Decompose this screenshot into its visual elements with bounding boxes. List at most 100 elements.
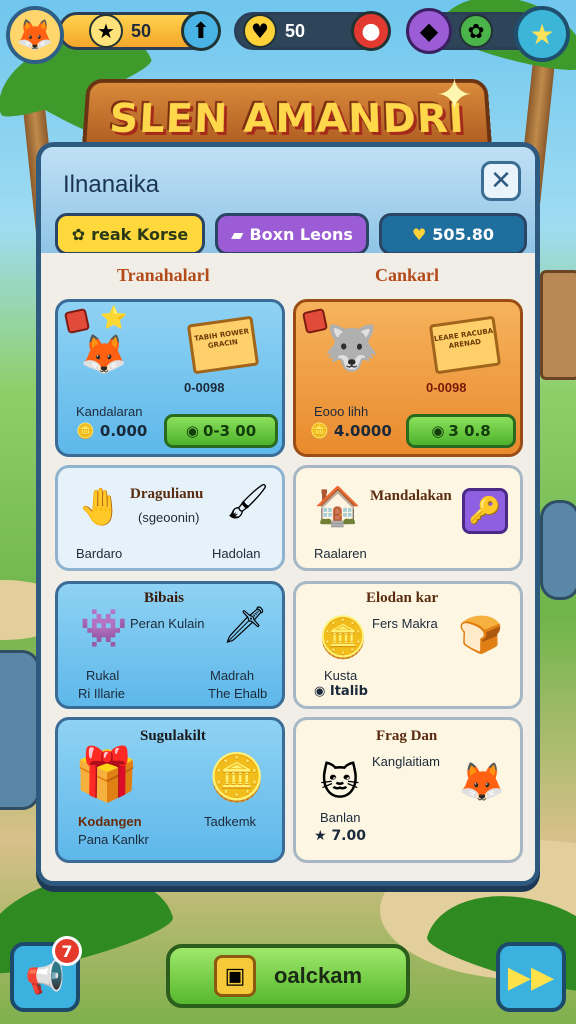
shop-card-dragulianu[interactable]: 🤚 Dragulianu (sgeoonin) 🖌 Bardaro Hadola… [55,465,285,571]
card-label: Eooo lihh [314,404,369,419]
card-subtitle: (sgeoonin) [138,510,200,525]
stars-value: 50 [131,20,152,41]
gold-coin-icon: 🪙 [318,615,368,661]
creature-icon: 👾 [80,606,128,650]
banner-title: SLEN AMANDRI [108,96,466,142]
column-heading-right: Cankarl [375,265,440,285]
column-heading-left: Tranahalarl [117,265,210,285]
card-title: Elodan kar [366,590,439,606]
ticket-icon: LEARE RACUBA ARENAD [428,315,502,375]
coin-icon: 🪙 [76,422,95,440]
star-icon: ★ [89,14,123,48]
fox-icon: 🦊 [458,760,506,804]
clover-icon: ✿ [459,14,493,48]
coin-value: ★ 7.00 [314,828,366,844]
tab-reak-korse[interactable]: ✿ reak Korse [55,213,205,255]
heart-icon: ♥ [411,224,427,244]
notification-badge: 7 [52,936,82,966]
card-label-left-2: Pana Kanlkr [78,832,149,847]
coin-icon: ◉ [431,422,445,440]
car [0,650,40,810]
wand-icon: 🗡 [222,605,268,646]
favorites-star-button[interactable]: ★ [514,6,570,62]
buy-button[interactable]: ◉ 0-3 00 [164,414,278,448]
card-subtitle: Fers Makra [372,616,438,631]
card-label-left: Rukal [86,668,120,683]
shop-card-elodan-kar[interactable]: Elodan kar Fers Makra 🪙 🍞 Kusta ◉ Italib [293,581,523,709]
gold-bar-icon: ▣ [213,955,256,997]
panel-title: Ilnanaika [63,171,160,198]
collect-button[interactable]: ▣ oalckam [166,944,410,1008]
star-icon: ⭐ [100,306,128,331]
collect-label: oalckam [273,963,363,988]
card-label-right: Tadkemk [204,814,257,829]
hearts-value: 50 [285,20,306,41]
coin-icon: ◉ [314,684,326,699]
shop-card-eooo-lihh[interactable]: 🐺 LEARE RACUBA ARENAD 0-0098 Eooo lihh 🪙… [293,299,523,457]
gem-icon[interactable]: ◆ [406,8,452,54]
add-stars-button[interactable]: ⬆ [181,11,221,51]
card-label: Kandalaran [76,404,143,419]
house-frame-icon: 🏠 [314,484,362,528]
card-title: Dragulianu [130,486,204,502]
heart-icon: ♥ [243,14,277,48]
panel-header: Ilnanaika ✕ ✿ reak Korse ▰ Boxn Leons ♥ … [41,147,535,255]
price-tag: 0-0098 [426,380,467,395]
card-label-left: Bardaro [76,546,123,561]
coin-value: 🪙 4.0000 [310,422,392,440]
coin-value: 🪙 0.000 [76,422,148,440]
coin-icon: 🪙 [310,422,329,440]
buy-button[interactable]: ◉ 3 0.8 [406,414,516,448]
shop-card-kandalaran[interactable]: ⭐ 🦊 TABIH ROWER GRACIN 0-0098 Kandalaran… [55,299,285,457]
ticket-icon: ▰ [231,224,244,244]
tab-label: 505.80 [432,224,495,244]
card-label: Raalaren [314,546,367,561]
card-label-left-2: Ri Illarie [78,686,125,701]
cat-icon: 🐱 [320,760,360,804]
star-icon: ★ [314,828,327,844]
ticket-icon: TABIH ROWER GRACIN [186,315,260,375]
next-button[interactable]: ▶▶ [496,942,566,1012]
shop-card-bibais[interactable]: Bibais Peran Kulain 👾 🗡 Rukal Ri Illarie… [55,581,285,709]
card-subtitle: Kanglaitiam [372,754,440,769]
shop-card-frag-dan[interactable]: Frag Dan Kanglaitiam 🐱 🦊 Banlan ★ 7.00 [293,717,523,863]
card-label-right: Madrah [210,668,255,683]
shop-card-sugulakilt[interactable]: Sugulakilt 🎁 🪙 Kodangen Pana Kanlkr Tadk… [55,717,285,863]
wolf-icon: 🐺 [324,323,379,374]
fox-icon: 🦊 [80,332,128,376]
clover-icon: ✿ [71,224,86,244]
tab-label: Boxn Leons [249,224,353,244]
hand-icon: 🤚 [78,487,123,528]
gold-coin-icon: 🪙 [208,750,266,804]
brush-icon: 🖌 [226,482,270,522]
card-label-right: Hadolan [212,546,261,561]
gift-box-icon: 🎁 [74,745,139,805]
sale-tag-icon [63,307,91,335]
hut [540,270,576,380]
card-label-left: Kodangen [78,814,142,829]
car [540,500,576,600]
price-tag: 0-0098 [184,380,225,395]
card-title: Frag Dan [376,728,438,744]
card-label: Kusta [324,668,358,683]
avatar[interactable]: 🦊 [6,6,64,64]
close-button[interactable]: ✕ [481,161,521,201]
card-title: Mandalakan [370,488,452,504]
tab-label: reak Korse [91,224,189,244]
coin-value: ◉ Italib [314,684,368,699]
card-label-right-2: The Ehalb [208,686,268,701]
tab-balance[interactable]: ♥ 505.80 [379,213,527,255]
tab-boxn-leons[interactable]: ▰ Boxn Leons [215,213,369,255]
add-hearts-button[interactable]: ● [351,11,391,51]
stars-bar: ★ 50 ⬆ [58,11,221,51]
shop-card-mandalakan[interactable]: 🏠 Mandalakan 🔑 Raalaren [293,465,523,571]
fast-forward-icon: ▶▶ [507,959,555,995]
bread-icon: 🍞 [458,615,503,656]
hearts-bar: ♥ 50 ● [234,11,391,51]
shop-panel: Ilnanaika ✕ ✿ reak Korse ▰ Boxn Leons ♥ … [36,142,540,886]
coin-icon: ◉ [185,422,199,440]
items-grid: Tranahalarl Cankarl ⭐ 🦊 TABIH ROWER GRAC… [41,253,535,881]
card-title: Sugulakilt [140,728,206,744]
sparkle-icon: ✦ [436,70,473,121]
top-hud: ★ 50 ⬆ 🦊 ♥ 50 ● ✿ ◆ ★ [0,0,576,70]
